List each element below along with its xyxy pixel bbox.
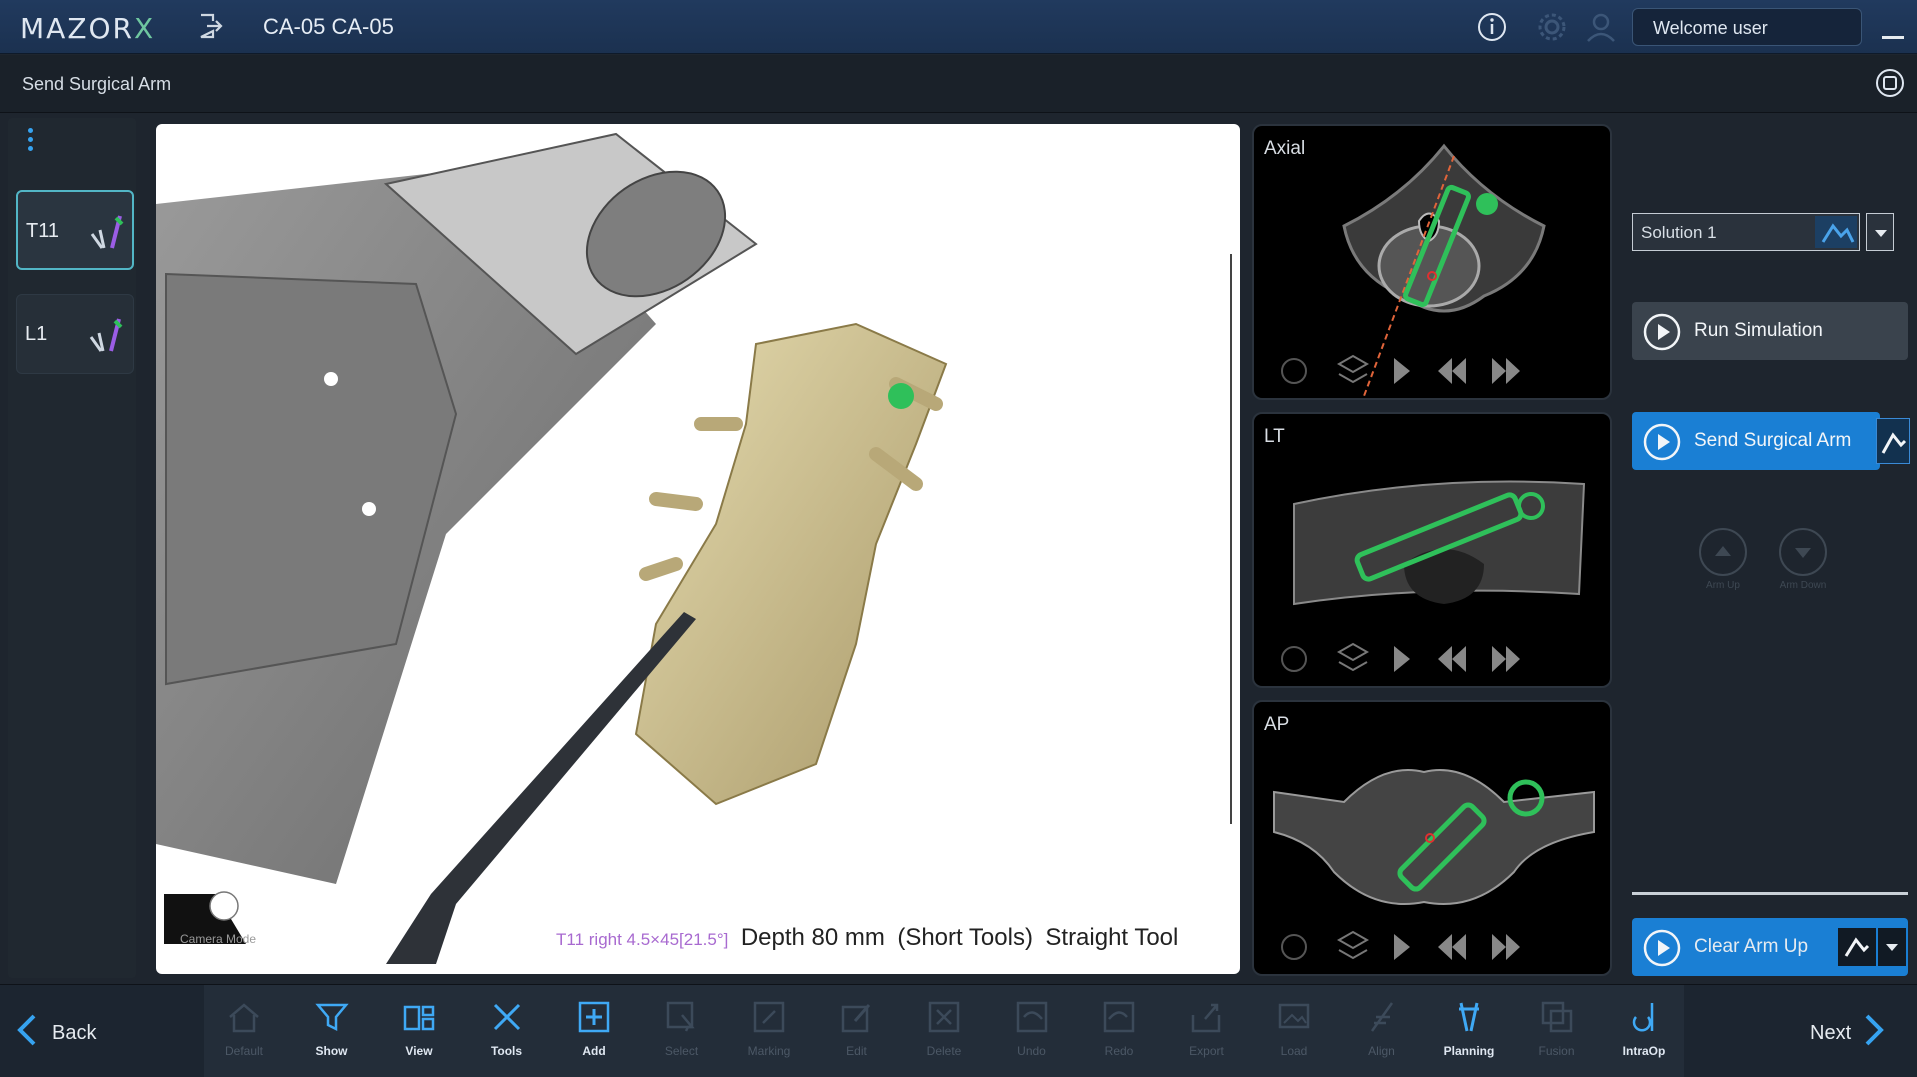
info-icon[interactable]: [1476, 11, 1508, 48]
tool-add[interactable]: Add: [554, 997, 634, 1058]
load-icon: [1254, 997, 1334, 1042]
scan-controls: [1281, 642, 1520, 672]
intraop-icon: [1604, 997, 1684, 1042]
step-title: Send Surgical Arm: [22, 74, 172, 94]
welcome-user[interactable]: Welcome user: [1632, 8, 1862, 46]
view-icon: [379, 997, 459, 1042]
top-bar: MAZORX CA-05 CA-05 Welcome user: [0, 0, 1917, 54]
tool-planning[interactable]: Planning: [1429, 997, 1509, 1058]
arm-up-button[interactable]: Arm Up: [1698, 528, 1748, 591]
arm-icon: [1876, 418, 1910, 464]
tool-show[interactable]: Show: [292, 997, 372, 1058]
home-icon: [204, 997, 284, 1042]
gear-icon[interactable]: [1536, 11, 1568, 48]
tool-marking[interactable]: Marking: [729, 997, 809, 1058]
scan-controls: [1281, 930, 1520, 960]
next-button[interactable]: Next: [1810, 1005, 1910, 1061]
arm-icon: [1815, 216, 1857, 248]
3d-view[interactable]: Camera Mode T11 right 4.5×45[21.5°] Dept…: [156, 124, 1240, 974]
tool-view[interactable]: View: [379, 997, 459, 1058]
tool-load[interactable]: Load: [1254, 997, 1334, 1058]
tool-default[interactable]: Default: [204, 997, 284, 1058]
marking-icon: [729, 997, 809, 1042]
screw-info: T11 right 4.5×45[21.5°] Depth 80 mm (Sho…: [556, 924, 1179, 951]
level-item-t11[interactable]: T11: [16, 190, 134, 270]
delete-icon: [904, 997, 984, 1042]
chevron-right-icon: [1863, 1012, 1887, 1054]
level-list: T11 L1: [8, 118, 136, 978]
tool-redo[interactable]: Redo: [1079, 997, 1159, 1058]
kebab-menu-icon[interactable]: [28, 128, 34, 155]
screw-pair-icon: [86, 210, 130, 259]
send-surgical-arm-button[interactable]: Send Surgical Arm: [1632, 412, 1910, 470]
user-icon[interactable]: [1584, 11, 1618, 48]
case-title: CA-05 CA-05: [263, 14, 394, 39]
arrow-down-icon: [1779, 528, 1827, 576]
tool-tools[interactable]: Tools: [467, 997, 547, 1058]
play-icon: [1642, 928, 1682, 974]
export-icon: [1167, 997, 1247, 1042]
level-item-l1[interactable]: L1: [16, 294, 134, 374]
tools-icon: [467, 997, 547, 1042]
redo-icon: [1079, 997, 1159, 1042]
divider: [1632, 892, 1908, 895]
right-panel: Solution 1 Run Simulation Send Surgical …: [1630, 118, 1910, 978]
scan-ap[interactable]: AP: [1252, 700, 1612, 976]
logout-icon[interactable]: [195, 11, 225, 46]
tool-undo[interactable]: Undo: [992, 997, 1072, 1058]
3d-scene: [156, 132, 1232, 964]
sub-bar: Send Surgical Arm: [0, 55, 1917, 113]
solution-select[interactable]: Solution 1: [1632, 213, 1860, 251]
arrow-up-icon: [1699, 528, 1747, 576]
tool-strip: Default Show View Tools Add Select Marking Edit…: [204, 985, 1684, 1077]
run-simulation-button[interactable]: Run Simulation: [1632, 302, 1908, 360]
tool-select[interactable]: Select: [642, 997, 722, 1058]
arm-icon: [1838, 928, 1876, 966]
select-icon: [642, 997, 722, 1042]
arm-down-button[interactable]: Arm Down: [1778, 528, 1828, 591]
app-logo: MAZORX: [20, 12, 156, 45]
tool-intraop[interactable]: IntraOp: [1604, 997, 1684, 1058]
align-icon: [1342, 997, 1422, 1042]
back-button[interactable]: Back: [14, 1005, 194, 1061]
funnel-icon: [292, 997, 372, 1042]
chevron-left-icon: [14, 1012, 38, 1054]
add-icon: [554, 997, 634, 1042]
camera-mode-label[interactable]: Camera Mode: [180, 932, 256, 946]
play-icon: [1642, 312, 1682, 358]
scan-lateral[interactable]: LT: [1252, 412, 1612, 688]
screw-pair-icon: [85, 313, 129, 362]
scan-axial[interactable]: Axial: [1252, 124, 1612, 400]
tool-export[interactable]: Export: [1167, 997, 1247, 1058]
undo-icon: [992, 997, 1072, 1042]
minimize-button[interactable]: [1882, 36, 1904, 39]
tool-delete[interactable]: Delete: [904, 997, 984, 1058]
clear-arm-dropdown-button[interactable]: [1878, 928, 1906, 966]
scan-controls: [1281, 354, 1520, 384]
fusion-icon: [1517, 997, 1597, 1042]
clear-arm-up-button[interactable]: Clear Arm Up: [1632, 918, 1908, 976]
sync-icon[interactable]: [1874, 67, 1906, 104]
tool-edit[interactable]: Edit: [817, 997, 897, 1058]
tool-fusion[interactable]: Fusion: [1517, 997, 1597, 1058]
play-icon: [1642, 422, 1682, 468]
edit-icon: [817, 997, 897, 1042]
solution-dropdown-button[interactable]: [1866, 213, 1894, 251]
planning-icon: [1429, 997, 1509, 1042]
bottom-bar: Back Default Show View Tools Add Select Markin…: [0, 984, 1917, 1077]
tool-align[interactable]: Align: [1342, 997, 1422, 1058]
